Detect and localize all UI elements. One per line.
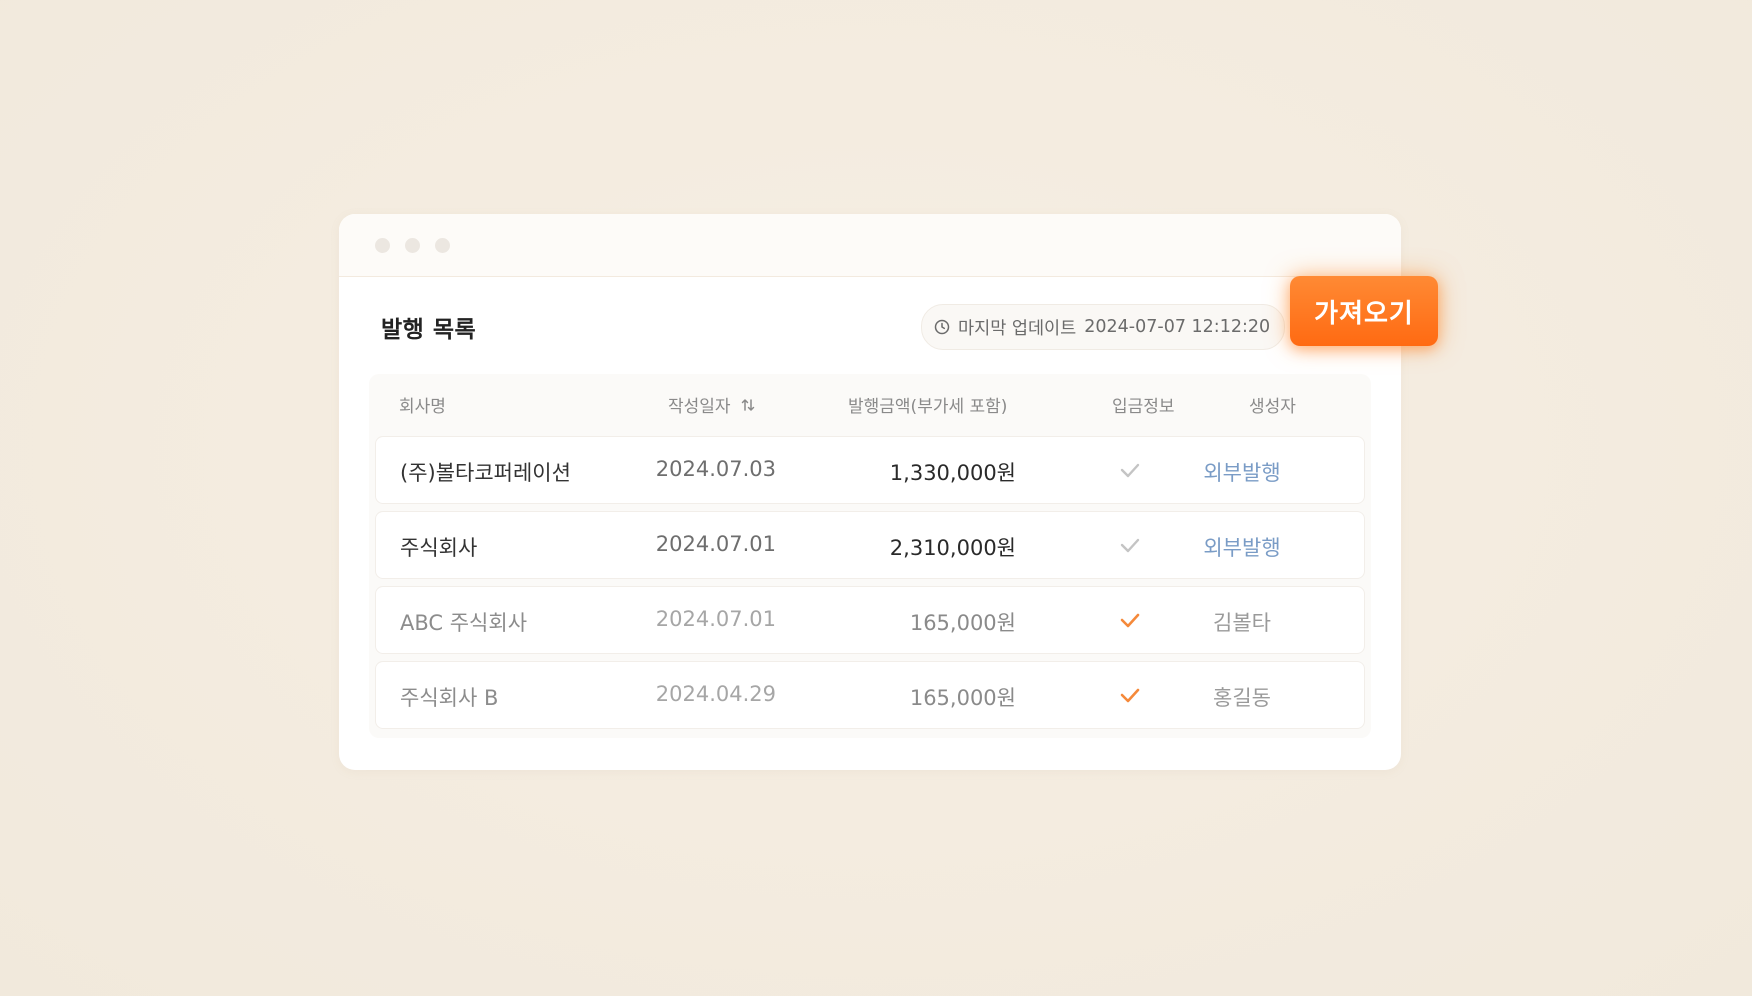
fetch-button[interactable]: 가져오기 bbox=[1290, 276, 1438, 346]
table-row[interactable]: 주식회사 2024.07.01 2,310,000원 외부발행 bbox=[375, 511, 1365, 579]
check-icon bbox=[1116, 607, 1144, 633]
row-amount: 165,000원 bbox=[909, 686, 1016, 710]
last-update-value: 2024-07-07 12:12:20 bbox=[1084, 317, 1271, 337]
row-date: 2024.04.29 bbox=[655, 682, 776, 706]
row-date: 2024.07.03 bbox=[655, 457, 776, 481]
row-company: (주)볼타코퍼레이션 bbox=[400, 461, 571, 485]
row-date: 2024.07.01 bbox=[655, 532, 776, 556]
window-dot-minimize[interactable] bbox=[405, 238, 420, 253]
page-title: 발행 목록 bbox=[381, 317, 477, 343]
column-header-date-label: 작성일자 bbox=[668, 397, 731, 417]
table-row[interactable]: 주식회사 B 2024.04.29 165,000원 홍길동 bbox=[375, 661, 1365, 729]
row-company: 주식회사 B bbox=[400, 686, 499, 710]
window-dot-close[interactable] bbox=[375, 238, 390, 253]
issuance-table: 회사명 작성일자 발행금액(부가세 포함) 입금정보 생성자 (주)볼타코퍼레이… bbox=[369, 374, 1371, 738]
window-dot-maximize[interactable] bbox=[435, 238, 450, 253]
check-icon bbox=[1116, 532, 1144, 558]
last-update-badge: 마지막 업데이트 2024-07-07 12:12:20 bbox=[921, 304, 1286, 350]
creator-link[interactable]: 외부발행 bbox=[1182, 457, 1302, 487]
creator-link[interactable]: 외부발행 bbox=[1182, 532, 1302, 562]
check-icon bbox=[1116, 457, 1144, 483]
creator-name: 홍길동 bbox=[1213, 686, 1271, 710]
creator-name: 김볼타 bbox=[1213, 611, 1271, 635]
row-date: 2024.07.01 bbox=[655, 607, 776, 631]
row-amount: 2,310,000원 bbox=[889, 536, 1016, 560]
check-icon bbox=[1116, 682, 1144, 708]
table-row[interactable]: (주)볼타코퍼레이션 2024.07.03 1,330,000원 외부발행 bbox=[375, 436, 1365, 504]
table-row[interactable]: ABC 주식회사 2024.07.01 165,000원 김볼타 bbox=[375, 586, 1365, 654]
column-header-deposit[interactable]: 입금정보 bbox=[1112, 392, 1175, 417]
sort-icon[interactable] bbox=[739, 396, 757, 414]
row-amount: 165,000원 bbox=[909, 611, 1016, 635]
row-company: 주식회사 bbox=[400, 536, 478, 560]
clock-icon bbox=[934, 319, 950, 335]
window-titlebar bbox=[339, 214, 1401, 277]
row-company: ABC 주식회사 bbox=[400, 611, 528, 635]
table-header: 회사명 작성일자 발행금액(부가세 포함) 입금정보 생성자 bbox=[369, 374, 1371, 430]
column-header-company[interactable]: 회사명 bbox=[399, 392, 446, 417]
row-amount: 1,330,000원 bbox=[889, 461, 1016, 485]
last-update-label: 마지막 업데이트 bbox=[958, 318, 1077, 339]
app-window: 발행 목록 마지막 업데이트 2024-07-07 12:12:20 가져오기 … bbox=[339, 214, 1438, 770]
column-header-creator[interactable]: 생성자 bbox=[1249, 392, 1296, 417]
column-header-amount[interactable]: 발행금액(부가세 포함) bbox=[848, 392, 1007, 417]
column-header-date[interactable]: 작성일자 bbox=[668, 392, 757, 417]
